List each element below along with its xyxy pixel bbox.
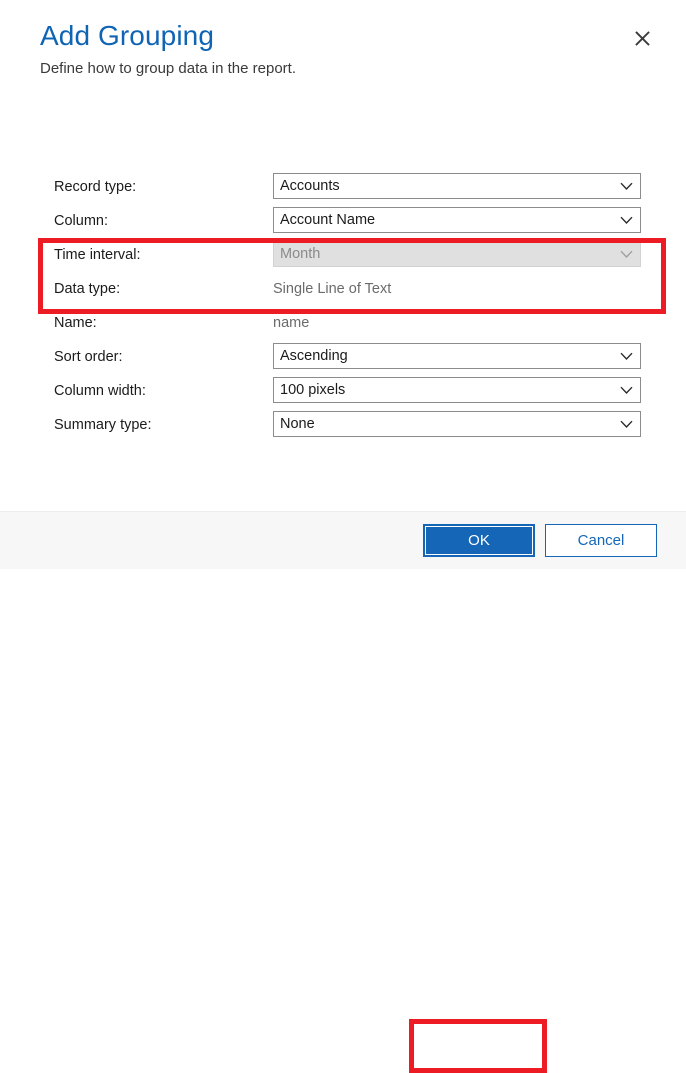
chevron-down-icon (612, 352, 640, 361)
label-column-width: Column width: (54, 383, 146, 399)
dropdown-value-record-type: Accounts (280, 178, 340, 194)
label-record-type: Record type: (54, 179, 137, 195)
close-button[interactable] (628, 24, 656, 52)
label-field-name: Name: (54, 315, 97, 331)
label-time-interval: Time interval: (54, 247, 141, 263)
dropdown-column[interactable]: Account Name (273, 207, 641, 233)
chevron-down-icon (612, 250, 640, 259)
form-row-time-interval: Time interval: Month (0, 238, 686, 272)
form-row-summary-type: Summary type: None (0, 408, 686, 442)
value-data-type: Single Line of Text (273, 281, 392, 297)
ok-button[interactable]: OK (423, 524, 535, 557)
cancel-button[interactable]: Cancel (545, 524, 657, 557)
dialog-header: Add Grouping Define how to group data in… (0, 0, 686, 80)
page-title: Add Grouping (40, 20, 214, 51)
dialog-subtitle: Define how to group data in the report. (40, 60, 296, 77)
dropdown-value-column: Account Name (280, 212, 376, 228)
dropdown-column-width[interactable]: 100 pixels (273, 377, 641, 403)
dropdown-summary-type[interactable]: None (273, 411, 641, 437)
close-icon (634, 30, 650, 46)
dropdown-value-sort-order: Ascending (280, 348, 348, 364)
form-row-sort-order: Sort order: Ascending (0, 340, 686, 374)
chevron-down-icon (612, 182, 640, 191)
dialog-footer: OK Cancel (0, 511, 686, 1073)
label-column: Column: (54, 213, 108, 229)
dropdown-value-time-interval: Month (280, 246, 321, 262)
form-row-data-type: Data type: Single Line of Text (0, 272, 686, 306)
form-row-column-width: Column width: 100 pixels (0, 374, 686, 408)
dialog-body: Record type: Accounts Column: Account Name T… (0, 80, 686, 511)
dropdown-value-column-width: 100 pixels (280, 382, 346, 398)
label-data-type: Data type: (54, 281, 121, 297)
dropdown-sort-order[interactable]: Ascending (273, 343, 641, 369)
chevron-down-icon (612, 386, 640, 395)
highlight-ok-button (409, 1019, 547, 1073)
form-row-field-name: Name: name (0, 306, 686, 340)
chevron-down-icon (612, 216, 640, 225)
dropdown-record-type[interactable]: Accounts (273, 173, 641, 199)
form-row-record-type: Record type: Accounts (0, 170, 686, 204)
chevron-down-icon (612, 420, 640, 429)
value-field-name: name (273, 315, 310, 331)
dropdown-value-summary-type: None (280, 416, 315, 432)
form-row-column: Column: Account Name (0, 204, 686, 238)
add-grouping-dialog: Add Grouping Define how to group data in… (0, 0, 686, 1073)
label-summary-type: Summary type: (54, 417, 152, 433)
dropdown-time-interval: Month (273, 241, 641, 267)
label-sort-order: Sort order: (54, 349, 123, 365)
